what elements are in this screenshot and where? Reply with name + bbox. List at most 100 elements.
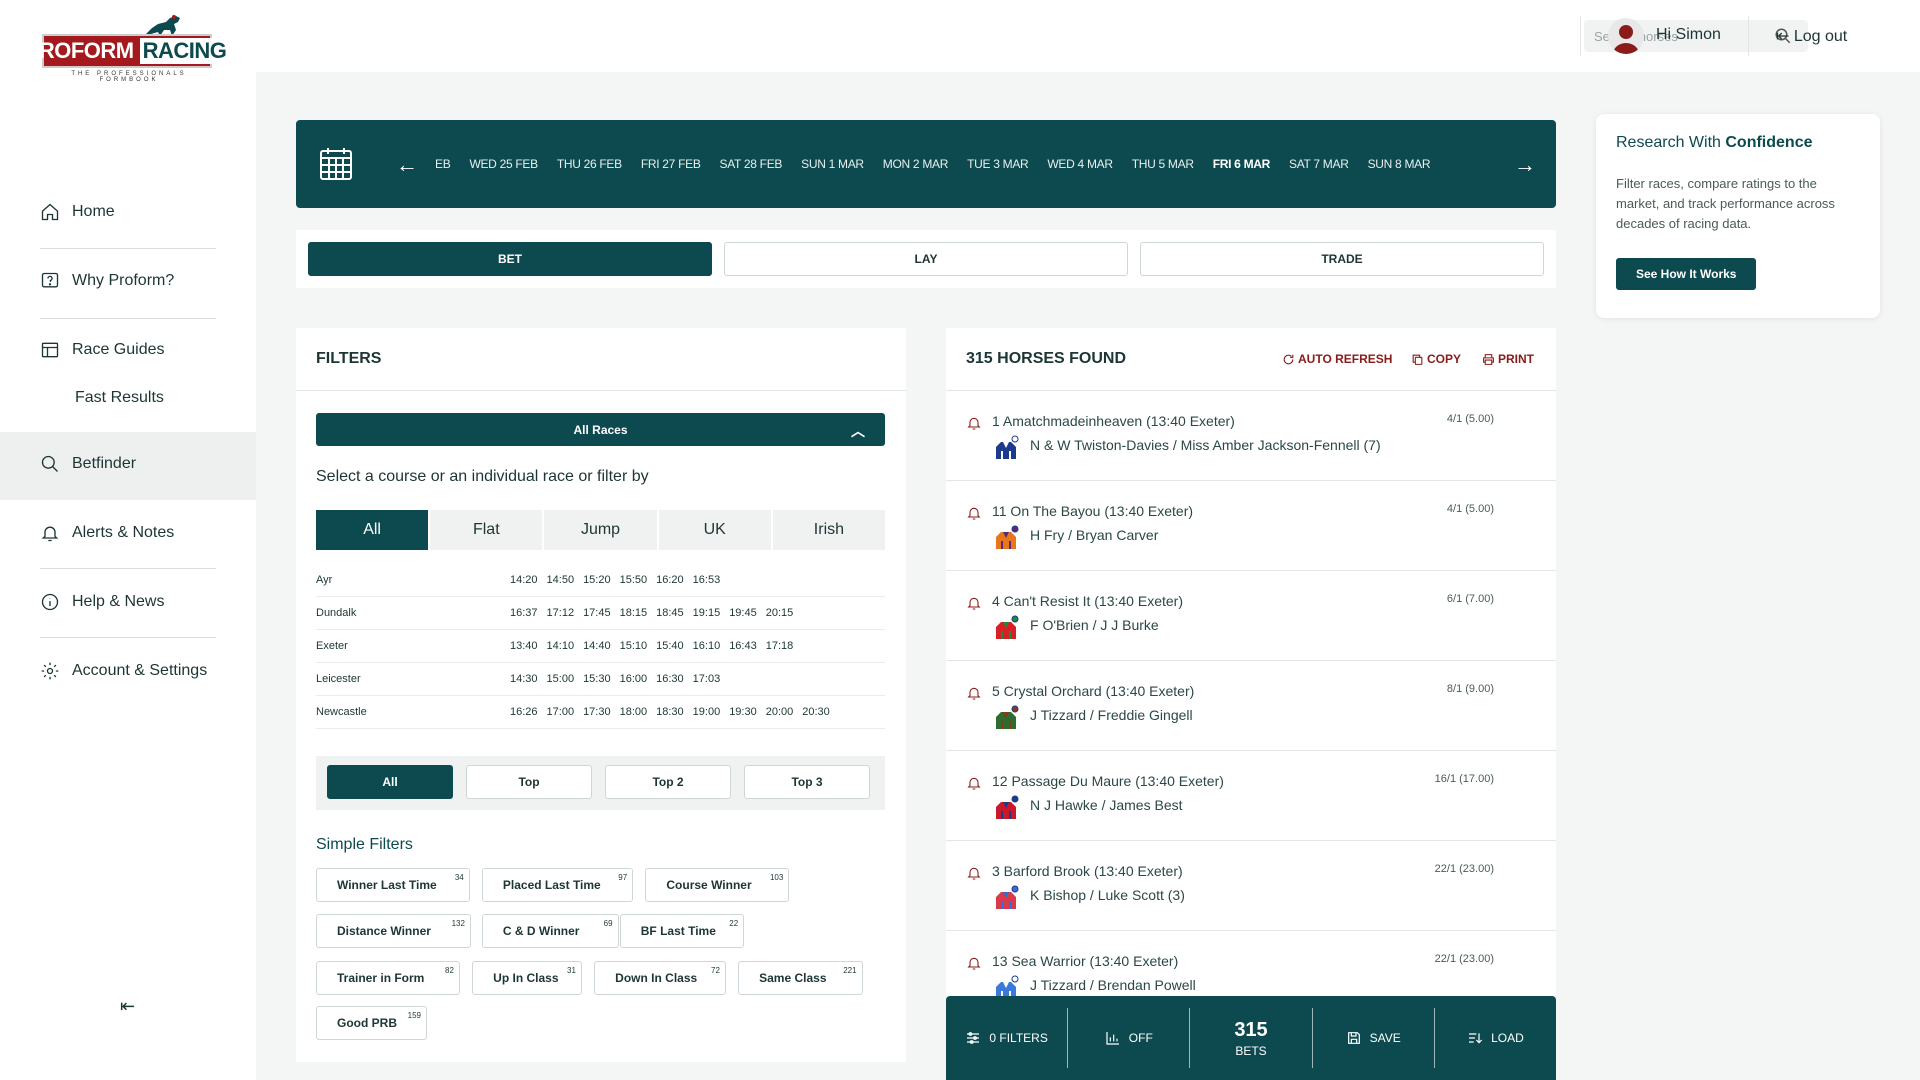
top3-button[interactable]: Top 3: [744, 765, 870, 799]
horse-row[interactable]: 5 Crystal Orchard (13:40 Exeter) J Tizzar…: [946, 661, 1556, 751]
bell-icon[interactable]: [966, 955, 982, 971]
race-time[interactable]: 14:10: [547, 640, 575, 652]
race-time[interactable]: 17:00: [547, 706, 575, 718]
course-name[interactable]: Dundalk: [316, 607, 510, 619]
bell-icon[interactable]: [966, 415, 982, 431]
horse-name[interactable]: 4 Can't Resist It (13:40 Exeter): [992, 593, 1183, 609]
print-button[interactable]: PRINT: [1482, 352, 1534, 366]
date-tab[interactable]: WED 4 MAR: [1047, 157, 1113, 171]
see-how-it-works-button[interactable]: See How It Works: [1616, 258, 1757, 290]
race-time[interactable]: 19:00: [693, 706, 721, 718]
horse-name[interactable]: 11 On The Bayou (13:40 Exeter): [992, 503, 1193, 519]
bell-icon[interactable]: [966, 865, 982, 881]
race-time[interactable]: 16:43: [729, 640, 757, 652]
sidebar-item-home[interactable]: Home: [40, 202, 216, 222]
bet-mode-button[interactable]: BET: [308, 242, 712, 276]
horse-name[interactable]: 12 Passage Du Maure (13:40 Exeter): [992, 773, 1224, 789]
race-time[interactable]: 16:10: [693, 640, 721, 652]
race-time[interactable]: 17:18: [766, 640, 794, 652]
race-time[interactable]: 18:00: [620, 706, 648, 718]
race-time[interactable]: 15:10: [620, 640, 648, 652]
date-tab[interactable]: MON 2 MAR: [883, 157, 949, 171]
filter-chip[interactable]: Distance Winner 132: [316, 914, 471, 949]
race-time[interactable]: 13:40: [510, 640, 538, 652]
horse-row[interactable]: 4 Can't Resist It (13:40 Exeter) F O'Brie…: [946, 571, 1556, 661]
race-time[interactable]: 16:20: [656, 574, 684, 586]
sidebar-item-why-proform[interactable]: Why Proform?: [40, 271, 216, 291]
race-time[interactable]: 16:37: [510, 607, 538, 619]
filter-chip[interactable]: Placed Last Time 97: [481, 868, 634, 902]
course-name[interactable]: Exeter: [316, 640, 510, 652]
all-races-dropdown[interactable]: All Races ︿: [316, 413, 885, 446]
horse-name[interactable]: 3 Barford Brook (13:40 Exeter): [992, 863, 1183, 879]
top-all-button[interactable]: All: [327, 765, 453, 799]
top2-button[interactable]: Top 2: [605, 765, 731, 799]
race-time[interactable]: 14:20: [510, 574, 538, 586]
race-type-tab[interactable]: Jump: [544, 510, 659, 550]
collapse-sidebar-icon[interactable]: ⇤: [120, 996, 135, 1017]
filter-chip[interactable]: BF Last Time 22: [619, 914, 745, 949]
race-time[interactable]: 17:03: [693, 673, 721, 685]
race-time[interactable]: 15:40: [656, 640, 684, 652]
race-time[interactable]: 20:30: [802, 706, 830, 718]
race-type-tab[interactable]: Flat: [430, 510, 545, 550]
date-tab[interactable]: SUN 8 MAR: [1368, 157, 1431, 171]
bets-count[interactable]: 315 BETS: [1190, 1008, 1313, 1068]
race-time[interactable]: 17:12: [547, 607, 575, 619]
race-time[interactable]: 17:30: [583, 706, 611, 718]
race-time[interactable]: 14:50: [547, 574, 575, 586]
filter-chip[interactable]: Down In Class 72: [594, 960, 726, 995]
race-time[interactable]: 16:53: [693, 574, 721, 586]
sidebar-item-account-settings[interactable]: Account & Settings: [40, 661, 216, 681]
chart-toggle-button[interactable]: OFF: [1068, 1008, 1191, 1068]
date-tab[interactable]: TUE 3 MAR: [967, 157, 1029, 171]
next-date-arrow-icon[interactable]: →: [1514, 152, 1536, 178]
date-tab[interactable]: SAT 28 FEB: [720, 157, 783, 171]
load-button[interactable]: LOAD: [1435, 1008, 1556, 1068]
race-time[interactable]: 16:30: [656, 673, 684, 685]
sidebar-item-race-guides[interactable]: Race Guides: [40, 340, 216, 360]
filter-chip[interactable]: Up In Class 31: [472, 960, 582, 995]
horse-name[interactable]: 1 Amatchmadeinheaven (13:40 Exeter): [992, 413, 1235, 429]
horse-row[interactable]: 12 Passage Du Maure (13:40 Exeter) N J Ha…: [946, 751, 1556, 841]
bell-icon[interactable]: [966, 685, 982, 701]
course-name[interactable]: Ayr: [316, 574, 510, 586]
copy-button[interactable]: COPY: [1411, 352, 1461, 366]
date-tab[interactable]: THU 5 MAR: [1132, 157, 1194, 171]
horse-row[interactable]: 1 Amatchmadeinheaven (13:40 Exeter) N & W…: [946, 391, 1556, 481]
bell-icon[interactable]: [966, 595, 982, 611]
horse-row[interactable]: 3 Barford Brook (13:40 Exeter) K Bishop /…: [946, 841, 1556, 931]
race-type-tab[interactable]: Irish: [773, 510, 885, 550]
race-time[interactable]: 16:26: [510, 706, 538, 718]
race-type-tab[interactable]: UK: [659, 510, 773, 550]
course-name[interactable]: Newcastle: [316, 706, 510, 718]
filter-chip[interactable]: Trainer in Form 82: [316, 960, 460, 995]
race-time[interactable]: 19:15: [693, 607, 721, 619]
race-time[interactable]: 15:20: [583, 574, 611, 586]
race-time[interactable]: 15:30: [583, 673, 611, 685]
race-time[interactable]: 19:45: [729, 607, 757, 619]
date-tab[interactable]: FRI 27 FEB: [641, 157, 701, 171]
course-name[interactable]: Leicester: [316, 673, 510, 685]
logout-button[interactable]: ⇤ Log out: [1776, 26, 1847, 46]
race-time[interactable]: 17:45: [583, 607, 611, 619]
sidebar-item-fast-results[interactable]: Fast Results: [75, 389, 251, 407]
prev-date-arrow-icon[interactable]: ←: [396, 152, 418, 178]
bell-icon[interactable]: [966, 505, 982, 521]
race-time[interactable]: 15:50: [620, 574, 648, 586]
filter-chip[interactable]: Same Class 221: [738, 960, 863, 995]
race-type-tab[interactable]: All: [316, 510, 431, 550]
horse-name[interactable]: 5 Crystal Orchard (13:40 Exeter): [992, 683, 1194, 699]
filter-chip[interactable]: Winner Last Time 34: [316, 868, 470, 902]
date-tab[interactable]: SUN 1 MAR: [801, 157, 864, 171]
bell-icon[interactable]: [966, 775, 982, 791]
race-time[interactable]: 18:15: [620, 607, 648, 619]
filter-chip[interactable]: C & D Winner 69: [481, 914, 619, 949]
avatar[interactable]: [1608, 18, 1644, 54]
sidebar-item-betfinder[interactable]: Betfinder: [40, 454, 216, 474]
lay-mode-button[interactable]: LAY: [724, 242, 1128, 276]
proform-logo[interactable]: PROFORM RACING THE PROFESSIONALS FORMBOO…: [25, 14, 230, 83]
top-button[interactable]: Top: [466, 765, 592, 799]
race-time[interactable]: 20:15: [766, 607, 794, 619]
filter-chip[interactable]: Course Winner 103: [645, 868, 790, 902]
